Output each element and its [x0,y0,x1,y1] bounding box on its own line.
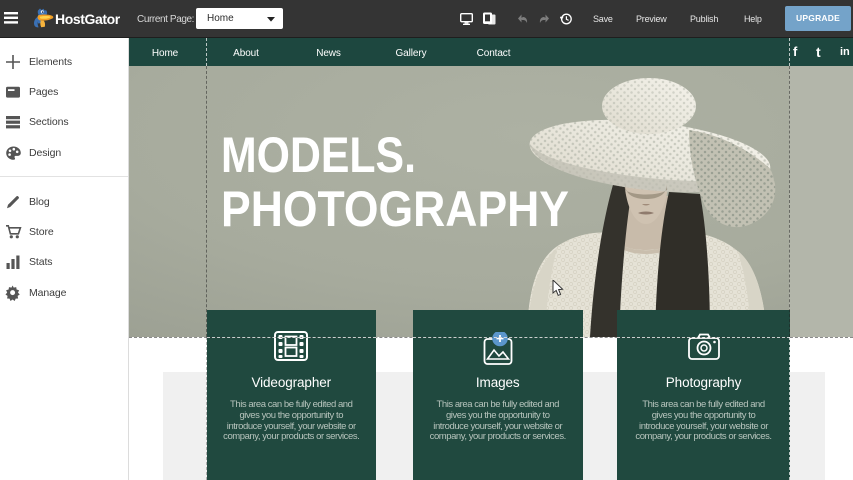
svg-text:PHOTOGRAPHY: PHOTOGRAPHY [221,181,569,237]
svg-text:MODELS.: MODELS. [221,127,416,183]
